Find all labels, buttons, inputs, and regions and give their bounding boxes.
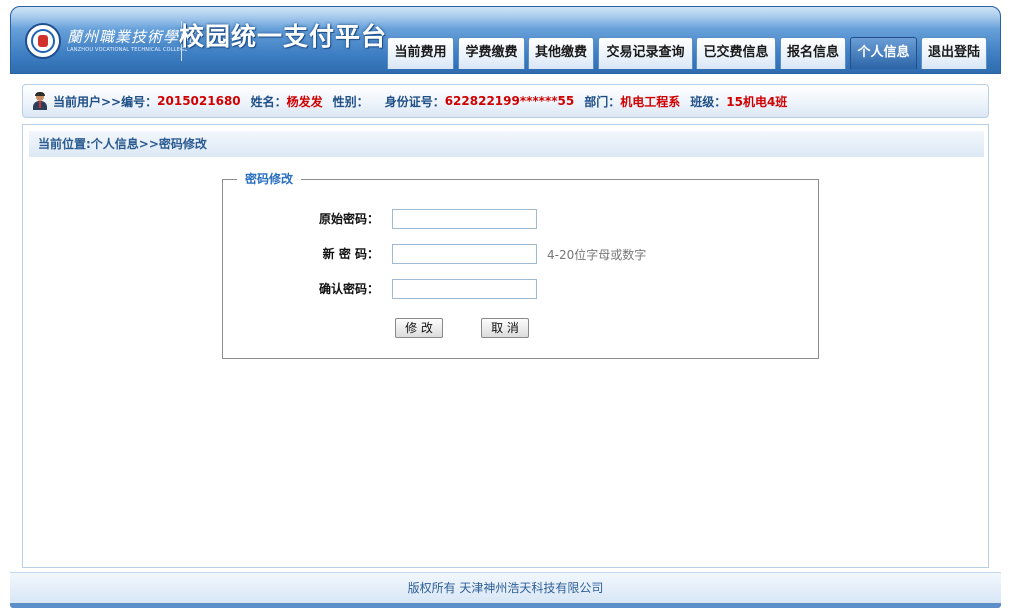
user-avatar-icon <box>31 92 49 110</box>
cancel-button[interactable]: 取 消 <box>481 318 529 338</box>
header: 蘭州職業技術學院 LANZHOU VOCATIONAL TECHNICAL CO… <box>10 6 1001 74</box>
main-nav: 当前费用 学费缴费 其他缴费 交易记录查询 已交费信息 报名信息 个人信息 退出… <box>11 37 1000 69</box>
new-password-label: 新 密 码： <box>322 247 379 261</box>
footer-bar <box>10 603 1001 608</box>
user-gender-label: 性别： <box>332 94 369 109</box>
user-class-label: 班级： <box>690 94 727 109</box>
main-panel: 当前位置:个人信息>>密码修改 密码修改 原始密码： 新 密 码： 4-20位字… <box>22 124 989 568</box>
old-password-row: 原始密码： <box>223 209 818 229</box>
user-class-value: 15机电4班 <box>726 94 788 109</box>
nav-tab-paid-info[interactable]: 已交费信息 <box>696 37 776 69</box>
new-password-hint: 4-20位字母或数字 <box>547 248 647 262</box>
new-password-row: 新 密 码： 4-20位字母或数字 <box>223 244 818 264</box>
user-idcard-label: 身份证号： <box>384 94 445 109</box>
nav-tab-personal-info[interactable]: 个人信息 <box>850 37 917 69</box>
old-password-label: 原始密码： <box>318 212 379 226</box>
user-dept-label: 部门： <box>584 94 621 109</box>
fieldset-legend: 密码修改 <box>237 172 302 186</box>
nav-tab-registration-info[interactable]: 报名信息 <box>780 37 846 69</box>
nav-tab-transaction-query[interactable]: 交易记录查询 <box>598 37 693 69</box>
nav-tab-other-payment[interactable]: 其他缴费 <box>528 37 594 69</box>
user-info-bar: 当前用户>> 编号： 2015021680 姓名： 杨发发 性别： 身份证号： … <box>22 84 989 118</box>
confirm-password-row: 确认密码： <box>223 279 818 299</box>
user-dept-value: 机电工程系 <box>620 94 681 109</box>
user-name-value: 杨发发 <box>286 94 323 109</box>
user-name-label: 姓名： <box>250 94 287 109</box>
confirm-password-input[interactable] <box>392 279 537 299</box>
user-id-value: 2015021680 <box>157 94 241 108</box>
breadcrumb: 当前位置:个人信息>>密码修改 <box>29 131 984 157</box>
old-password-input[interactable] <box>392 209 537 229</box>
user-id-label: 编号： <box>121 94 158 109</box>
confirm-password-label: 确认密码： <box>318 282 379 296</box>
user-idcard-value: 622822199******55 <box>444 94 575 108</box>
new-password-input[interactable] <box>392 244 537 264</box>
submit-button[interactable]: 修 改 <box>395 318 443 338</box>
password-change-fieldset: 密码修改 原始密码： 新 密 码： 4-20位字母或数字 确认密码： 修 改 取… <box>222 172 819 359</box>
footer: 版权所有 天津神州浩天科技有限公司 <box>10 572 1001 605</box>
current-user-label: 当前用户>> <box>53 94 122 109</box>
nav-tab-current-fees[interactable]: 当前费用 <box>387 37 454 69</box>
nav-tab-tuition-payment[interactable]: 学费缴费 <box>458 37 525 69</box>
nav-tab-logout[interactable]: 退出登陆 <box>921 37 987 69</box>
